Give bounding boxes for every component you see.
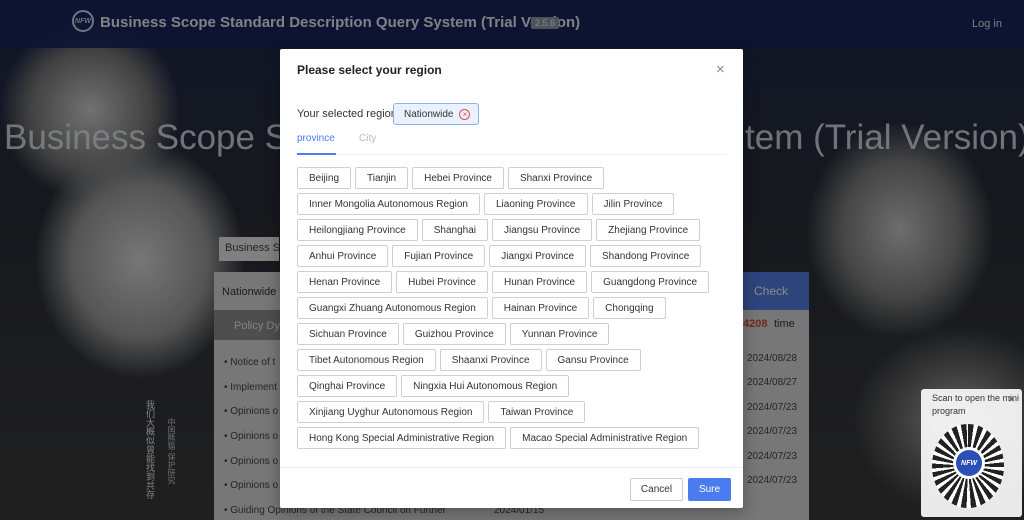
region-option[interactable]: Macao Special Administrative Region (510, 427, 700, 449)
footer-divider (280, 467, 743, 468)
region-option[interactable]: Hong Kong Special Administrative Region (297, 427, 507, 449)
region-option[interactable]: Hainan Province (491, 297, 590, 319)
region-option[interactable]: Jiangxi Province (489, 245, 586, 267)
region-dialog: Please select your region × Your selecte… (280, 49, 743, 508)
region-option[interactable]: Yunnan Province (509, 323, 610, 345)
region-option[interactable]: Liaoning Province (484, 193, 588, 215)
tab-province[interactable]: province (297, 133, 335, 144)
region-option[interactable]: Xinjiang Uyghur Autonomous Region (297, 401, 485, 423)
region-option[interactable]: Guangxi Zhuang Autonomous Region (297, 297, 488, 319)
region-option[interactable]: Guizhou Province (402, 323, 506, 345)
tab-divider (297, 154, 726, 155)
region-option[interactable]: Hubei Province (396, 271, 488, 293)
region-option[interactable]: Shanghai (421, 219, 488, 241)
region-option[interactable]: Jilin Province (591, 193, 675, 215)
cancel-button[interactable]: Cancel (630, 478, 683, 501)
region-option[interactable]: Inner Mongolia Autonomous Region (297, 193, 480, 215)
region-option[interactable]: Sichuan Province (297, 323, 399, 345)
region-option[interactable]: Chongqing (593, 297, 666, 319)
region-option[interactable]: Shandong Province (590, 245, 702, 267)
region-option[interactable]: Taiwan Province (488, 401, 586, 423)
region-option[interactable]: Ningxia Hui Autonomous Region (401, 375, 570, 397)
region-option[interactable]: Zhejiang Province (596, 219, 701, 241)
close-icon[interactable]: × (716, 61, 725, 78)
remove-icon[interactable]: × (459, 108, 471, 120)
region-option[interactable]: Tibet Autonomous Region (297, 349, 436, 371)
qr-logo: NFW (953, 447, 985, 479)
region-option[interactable]: Hunan Province (491, 271, 588, 293)
selected-region-value: Nationwide (404, 108, 454, 120)
region-option[interactable]: Gansu Province (545, 349, 641, 371)
selected-region-label: Your selected region: (297, 108, 400, 120)
province-grid: Beijing Tianjin Hebei Province Shanxi Pr… (297, 167, 737, 453)
region-option[interactable]: Shaanxi Province (439, 349, 542, 371)
region-option[interactable]: Beijing (297, 167, 352, 189)
region-option[interactable]: Fujian Province (392, 245, 486, 267)
region-option[interactable]: Jiangsu Province (492, 219, 593, 241)
region-option[interactable]: Hebei Province (412, 167, 504, 189)
region-option[interactable]: Anhui Province (297, 245, 389, 267)
region-option[interactable]: Tianjin (355, 167, 409, 189)
region-option[interactable]: Guangdong Province (591, 271, 710, 293)
region-option[interactable]: Qinghai Province (297, 375, 398, 397)
active-tab-indicator (297, 153, 336, 155)
sure-button[interactable]: Sure (688, 478, 731, 501)
nfw-logo-icon: NFW (956, 450, 982, 476)
tab-city[interactable]: City (359, 133, 376, 144)
region-option[interactable]: Shanxi Province (507, 167, 605, 189)
dialog-title: Please select your region (297, 63, 442, 77)
region-option[interactable]: Heilongjiang Province (297, 219, 418, 241)
region-option[interactable]: Henan Province (297, 271, 393, 293)
qr-close-icon[interactable]: × (1008, 392, 1015, 406)
selected-region-chip: Nationwide × (393, 103, 480, 125)
